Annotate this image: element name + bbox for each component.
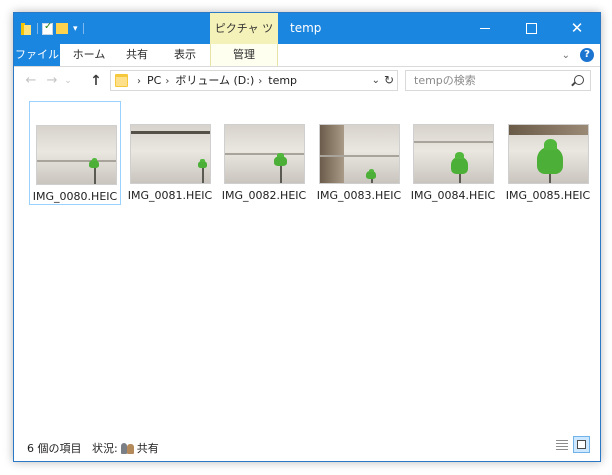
file-item[interactable]: IMG_0084.HEIC	[407, 101, 499, 205]
refresh-icon[interactable]: ↻	[384, 71, 394, 90]
window-title: temp	[290, 21, 322, 35]
file-item[interactable]: IMG_0080.HEIC	[29, 101, 121, 205]
large-icons-view-icon[interactable]	[573, 436, 590, 453]
image-thumbnail	[508, 124, 589, 184]
close-icon: ✕	[570, 19, 584, 37]
folder-icon[interactable]	[21, 22, 32, 35]
item-count: 6 個の項目	[27, 442, 82, 455]
image-thumbnail	[224, 124, 305, 184]
status-label: 状況:	[92, 442, 118, 455]
breadcrumb-temp[interactable]: temp	[268, 74, 297, 87]
explorer-window: ▾ ピクチャ ツール temp ✕ ファイル ホーム 共有 表示 管理 ⌄ ? …	[13, 12, 601, 462]
image-thumbnail	[413, 124, 494, 184]
toolbar-divider	[82, 23, 84, 34]
navigation-bar: ← → ⌄ ↑ › PC › ボリューム (D:) › temp ⌄ ↻ tempの検索	[14, 67, 600, 95]
file-name: IMG_0085.HEIC	[505, 189, 591, 202]
customize-dropdown-icon[interactable]: ▾	[73, 24, 78, 34]
search-input[interactable]: tempの検索	[414, 71, 476, 90]
search-icon[interactable]	[574, 75, 584, 85]
picture-tools-tab-group: ピクチャ ツール	[210, 13, 278, 66]
file-item[interactable]: IMG_0082.HEIC	[218, 101, 310, 205]
file-name: IMG_0084.HEIC	[410, 189, 496, 202]
address-dropdown-icon[interactable]: ⌄	[372, 71, 380, 90]
help-icon[interactable]: ?	[580, 48, 594, 62]
sharing-status: 状況: 共有	[92, 440, 159, 456]
tab-share[interactable]: 共有	[114, 44, 160, 66]
details-view-icon[interactable]	[555, 438, 569, 452]
ribbon-tabs: ファイル ホーム 共有 表示 管理 ⌄ ?	[14, 44, 600, 67]
up-button[interactable]: ↑	[88, 73, 104, 89]
breadcrumb-volume[interactable]: ボリューム (D:)	[175, 74, 254, 87]
file-list: IMG_0080.HEIC IMG_0081.HEIC IMG_0082.HEI…	[14, 95, 600, 431]
close-button[interactable]: ✕	[554, 13, 600, 44]
image-thumbnail	[130, 124, 211, 184]
file-item[interactable]: IMG_0083.HEIC	[313, 101, 405, 205]
file-name: IMG_0081.HEIC	[127, 189, 213, 202]
address-bar[interactable]: › PC › ボリューム (D:) › temp ⌄ ↻	[110, 70, 398, 91]
tab-home[interactable]: ホーム	[66, 44, 112, 66]
toolbar-divider	[37, 23, 38, 34]
new-folder-icon[interactable]	[56, 23, 68, 34]
back-button[interactable]: ←	[23, 73, 39, 89]
properties-icon[interactable]	[42, 21, 53, 35]
ribbon-right-controls: ⌄ ?	[562, 47, 594, 63]
minimize-icon	[480, 28, 490, 29]
file-name: IMG_0082.HEIC	[221, 189, 307, 202]
quick-access-toolbar: ▾	[21, 21, 88, 36]
breadcrumb: › PC › ボリューム (D:) › temp	[133, 71, 297, 90]
maximize-button[interactable]	[508, 13, 554, 44]
image-thumbnail	[36, 125, 117, 185]
file-item[interactable]: IMG_0085.HEIC	[502, 101, 594, 205]
forward-button[interactable]: →	[44, 73, 60, 89]
tab-view[interactable]: 表示	[162, 44, 208, 66]
folder-icon	[115, 74, 128, 87]
search-box[interactable]: tempの検索	[405, 70, 591, 91]
tab-manage[interactable]: 管理	[210, 44, 278, 66]
breadcrumb-pc[interactable]: PC	[147, 74, 161, 87]
minimize-button[interactable]	[462, 13, 508, 44]
breadcrumb-chevron-icon[interactable]: ›	[258, 76, 262, 87]
maximize-icon	[525, 23, 537, 34]
tab-file[interactable]: ファイル	[14, 44, 60, 66]
image-thumbnail	[319, 124, 400, 184]
title-bar: ▾ ピクチャ ツール temp ✕	[14, 13, 600, 66]
status-bar: 6 個の項目 状況: 共有	[14, 431, 600, 461]
expand-ribbon-chevron-icon[interactable]: ⌄	[562, 50, 570, 61]
file-name: IMG_0080.HEIC	[32, 190, 118, 203]
breadcrumb-chevron-icon[interactable]: ›	[165, 76, 169, 87]
status-value: 共有	[136, 442, 159, 455]
breadcrumb-chevron-icon[interactable]: ›	[137, 76, 141, 87]
file-item[interactable]: IMG_0081.HEIC	[124, 101, 216, 205]
file-name: IMG_0083.HEIC	[316, 189, 402, 202]
shared-people-icon	[120, 442, 135, 454]
recent-locations-button[interactable]: ⌄	[62, 73, 74, 89]
